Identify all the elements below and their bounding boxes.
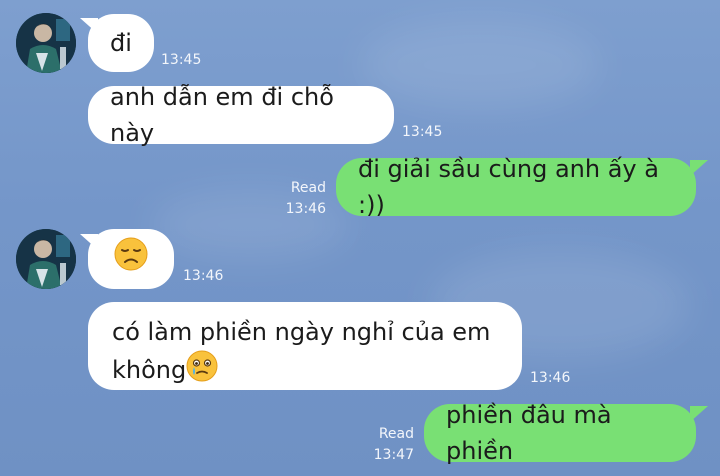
message-text-line: có làm phiền ngày nghỉ của em [112, 318, 491, 346]
bubble-tail [690, 160, 708, 176]
message-time: 13:47 [370, 446, 414, 464]
incoming-message-bubble[interactable]: có làm phiền ngày nghỉ của em không [88, 302, 522, 390]
read-status: Read [378, 426, 414, 442]
message-time: 13:46 [183, 268, 224, 284]
message-text: đi [110, 29, 132, 57]
message-time-text: 13:47 [373, 447, 414, 463]
disappointed-face-icon [114, 237, 148, 281]
incoming-message-bubble[interactable]: anh dẫn em đi chỗ này [88, 83, 394, 147]
face-holding-back-tears-icon [186, 350, 218, 392]
message-time: 13:45 [402, 124, 443, 140]
message-text: anh dẫn em đi chỗ này [110, 83, 334, 147]
background-cloud [360, 20, 600, 110]
message-text-line: không [112, 350, 498, 392]
read-receipt: Read [370, 425, 414, 443]
message-text: phiền đâu mà phiền [446, 401, 612, 465]
outgoing-message-bubble[interactable]: đi giải sầu cùng anh ấy à :)) [336, 155, 696, 219]
message-time: 13:46 [530, 370, 571, 386]
read-receipt: Read [282, 179, 326, 197]
contact-avatar[interactable] [16, 229, 76, 289]
message-time: 13:46 [282, 200, 326, 218]
message-text: đi giải sầu cùng anh ấy à :)) [358, 155, 659, 219]
message-time: 13:45 [161, 52, 202, 68]
outgoing-message-bubble[interactable]: phiền đâu mà phiền [424, 401, 696, 465]
incoming-message-bubble[interactable] [88, 229, 174, 289]
incoming-message-bubble[interactable]: đi [88, 14, 154, 72]
bubble-tail [690, 406, 708, 422]
read-status: Read [290, 180, 326, 196]
contact-avatar[interactable] [16, 13, 76, 73]
message-text: không [112, 356, 187, 384]
message-time-text: 13:46 [285, 201, 326, 217]
